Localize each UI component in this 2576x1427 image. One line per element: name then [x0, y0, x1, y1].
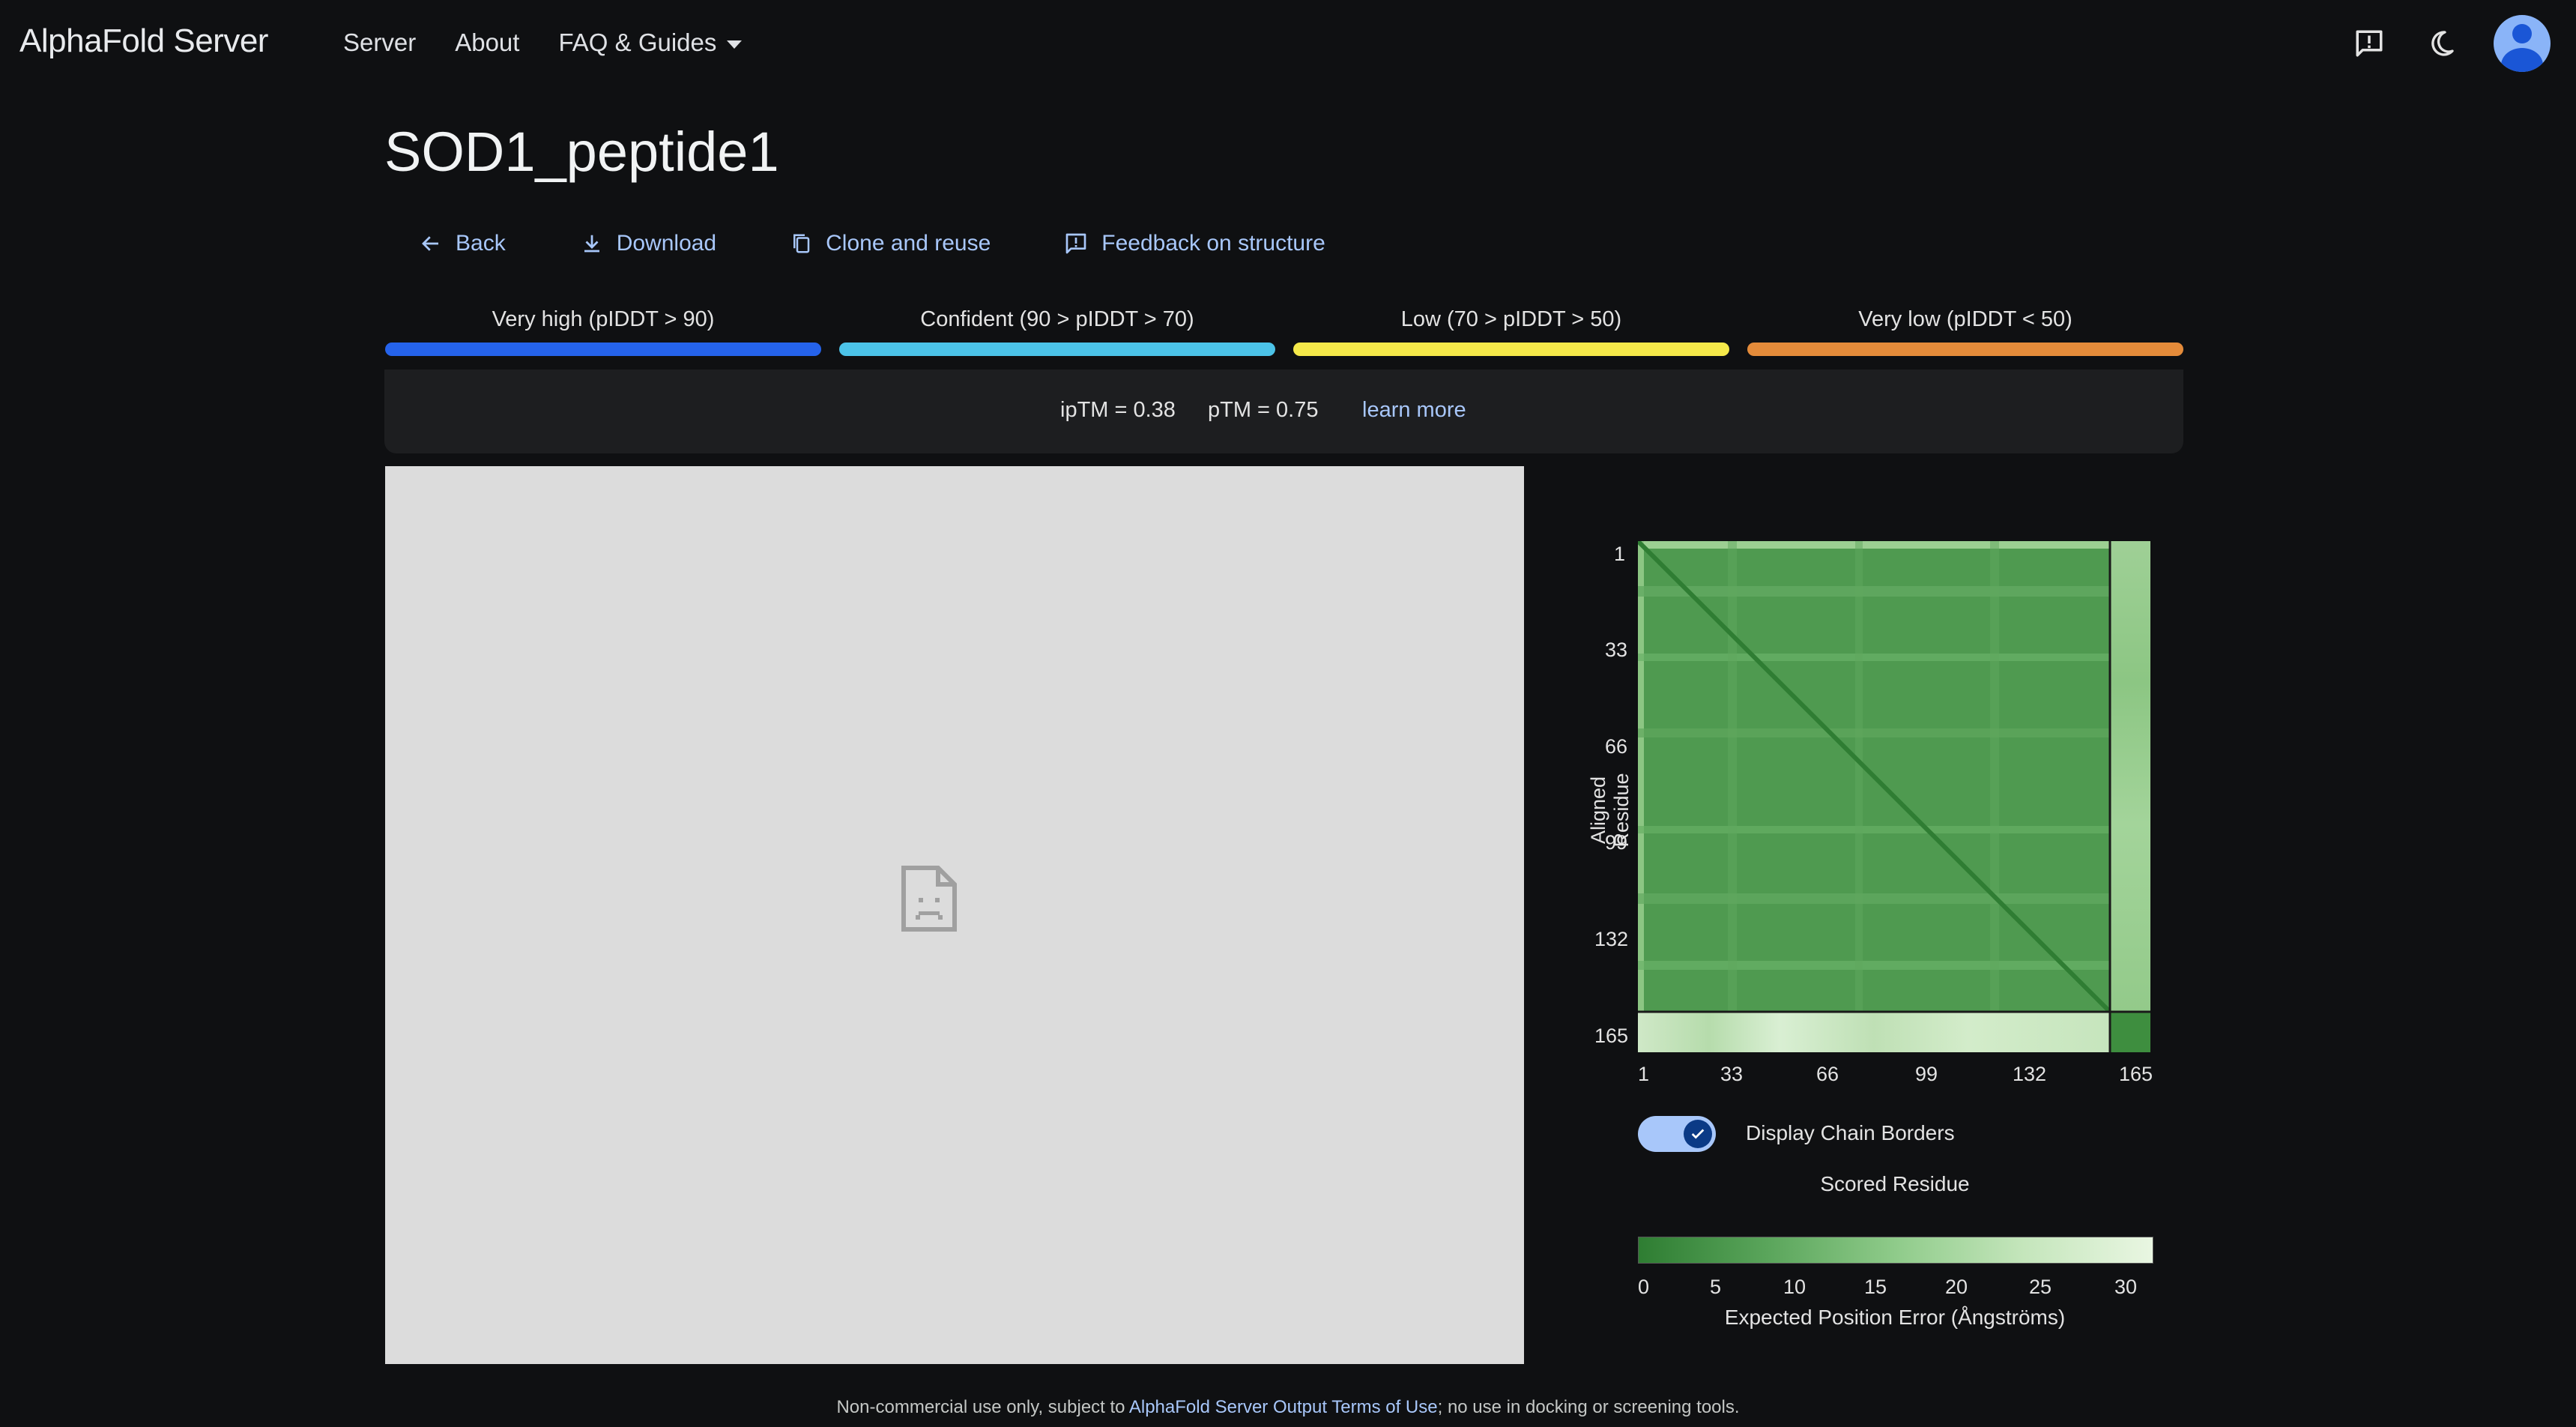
feedback-label: Feedback on structure — [1101, 231, 1325, 256]
legend-very-high-label: Very high (pIDDT > 90) — [492, 307, 715, 331]
colorbar-tick-20: 20 — [1945, 1276, 1968, 1298]
main-nav: Server About FAQ & Guides — [343, 28, 781, 57]
pae-x-tick-66: 66 — [1816, 1063, 1839, 1085]
dark-mode-moon-icon[interactable] — [2420, 22, 2462, 64]
back-label: Back — [456, 231, 506, 256]
footer-suffix: ; no use in docking or screening tools. — [1437, 1397, 1740, 1417]
pae-heatmap[interactable] — [1638, 541, 2150, 1052]
top-app-bar: AlphaFold Server Server About FAQ & Guid… — [0, 0, 2576, 87]
clone-and-reuse-button[interactable]: Clone and reuse — [790, 231, 991, 256]
legend-very-low-label: Very low (pIDDT < 50) — [1858, 307, 2072, 331]
colorbar-tick-15: 15 — [1864, 1276, 1887, 1298]
footer-prefix: Non-commercial use only, subject to — [836, 1397, 1129, 1417]
dropdown-caret-icon — [727, 40, 743, 49]
pae-x-tick-99: 99 — [1915, 1063, 1938, 1085]
scores-panel: ipTM = 0.38 pTM = 0.75 learn more — [384, 369, 2183, 453]
avatar-head-shape — [2512, 24, 2532, 43]
legend-very-high-bar — [385, 343, 821, 356]
copy-icon — [793, 234, 810, 253]
avatar-body-shape — [2501, 48, 2543, 72]
account-avatar[interactable] — [2494, 15, 2551, 72]
output-terms-link[interactable]: AlphaFold Server Output Terms of Use — [1129, 1397, 1438, 1417]
nav-faq-label: FAQ & Guides — [558, 28, 717, 56]
pae-x-tick-33: 33 — [1720, 1063, 1744, 1085]
footer-terms: Non-commercial use only, subject to Alph… — [0, 1397, 2576, 1418]
pae-colorbar — [1638, 1237, 2153, 1264]
chain-borders-toggle[interactable] — [1638, 1116, 1716, 1152]
pae-y-tick-132: 132 — [1594, 928, 1629, 950]
colorbar-title: Expected Position Error (Ångströms) — [1724, 1306, 2066, 1329]
structure-viewer[interactable] — [385, 466, 1524, 1364]
nav-about[interactable]: About — [455, 28, 519, 57]
colorbar-tick-30: 30 — [2114, 1276, 2138, 1298]
legend-confident-bar — [839, 343, 1275, 356]
pae-x-tick-132: 132 — [2013, 1063, 2047, 1085]
pae-y-tick-1: 1 — [1614, 543, 1626, 565]
feedback-icon[interactable] — [2348, 22, 2390, 64]
colorbar-tick-10: 10 — [1783, 1276, 1806, 1298]
legend-very-low-bar — [1747, 343, 2183, 356]
nav-about-label: About — [455, 28, 520, 56]
arrow-back-icon — [422, 236, 438, 251]
page-title: SOD1_peptide1 — [384, 121, 779, 183]
legend-low-label: Low (70 > pIDDT > 50) — [1400, 307, 1622, 331]
colorbar-tick-0: 0 — [1638, 1276, 1650, 1298]
nav-faq-guides[interactable]: FAQ & Guides — [558, 28, 743, 57]
colorbar-tick-25: 25 — [2029, 1276, 2052, 1298]
job-actions: Back Download Clone and reuse Feedback o… — [420, 231, 1325, 256]
learn-more-link[interactable]: learn more — [1362, 398, 1466, 423]
pae-x-tick-1: 1 — [1638, 1063, 1650, 1085]
feedback-on-structure-button[interactable]: Feedback on structure — [1064, 231, 1325, 256]
chain-borders-label: Display Chain Borders — [1746, 1121, 1955, 1144]
download-label: Download — [616, 231, 717, 256]
brand-logo-text[interactable]: AlphaFold Server — [19, 22, 268, 60]
broken-image-icon — [901, 866, 957, 932]
iptm-value: ipTM = 0.38 — [1060, 398, 1176, 422]
pae-x-axis-title: Scored Residue — [1820, 1172, 1970, 1195]
pae-x-tick-165: 165 — [2119, 1063, 2153, 1085]
nav-server-label: Server — [343, 28, 417, 56]
download-icon — [584, 235, 599, 253]
legend-confident-label: Confident (90 > pIDDT > 70) — [920, 307, 1194, 331]
feedback-icon — [1065, 233, 1086, 254]
check-icon — [1691, 1129, 1705, 1139]
pae-y-tick-165: 165 — [1594, 1025, 1629, 1047]
pae-y-tick-66: 66 — [1605, 735, 1628, 758]
nav-server[interactable]: Server — [343, 28, 416, 57]
toggle-knob — [1684, 1120, 1712, 1148]
pae-y-tick-33: 33 — [1605, 639, 1628, 661]
back-button[interactable]: Back — [420, 231, 506, 256]
legend-low-bar — [1293, 343, 1729, 356]
ptm-value: pTM = 0.75 — [1208, 398, 1319, 422]
clone-label: Clone and reuse — [826, 231, 991, 256]
download-button[interactable]: Download — [581, 231, 716, 256]
pae-y-tick-99: 99 — [1605, 831, 1628, 854]
colorbar-tick-5: 5 — [1710, 1276, 1722, 1298]
